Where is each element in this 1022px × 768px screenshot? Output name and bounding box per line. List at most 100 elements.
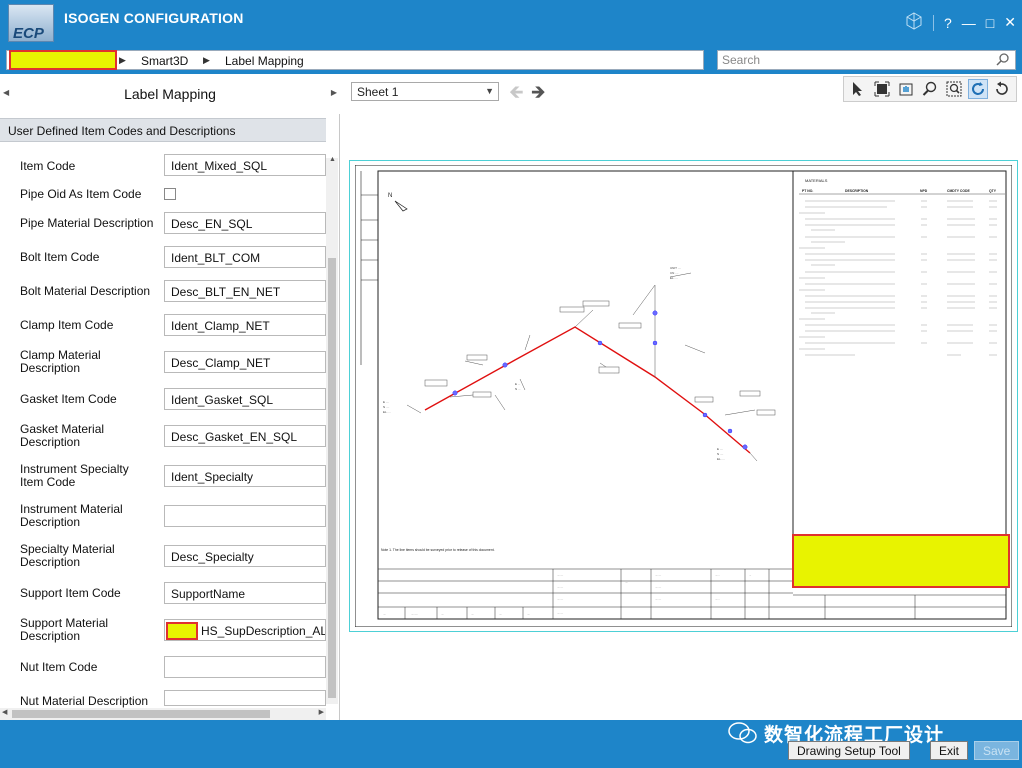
svg-text:CN ....: CN ....: [670, 271, 679, 275]
specialty-material-description-input[interactable]: Desc_Specialty: [164, 545, 326, 567]
breadcrumb-root-highlight[interactable]: [9, 50, 117, 70]
field-label: Clamp Item Code: [20, 318, 114, 332]
nav-bar: ▶ Smart3D ▶ Label Mapping Search: [0, 44, 1022, 74]
chevron-down-icon: ▼: [485, 86, 494, 96]
field-label: Support Item Code: [20, 586, 121, 600]
field-label: Support Material Description: [20, 616, 109, 643]
expand-right-icon[interactable]: ▶: [331, 88, 337, 97]
exit-button[interactable]: Exit: [930, 741, 969, 760]
svg-text:........: ........: [557, 585, 563, 589]
bom-header: CMDTY CODE: [947, 189, 970, 193]
pipe-material-description-input[interactable]: Desc_EN_SQL: [164, 212, 326, 234]
svg-text:E ....: E ....: [383, 400, 389, 404]
instrument-specialty-item-code-input[interactable]: Ident_Specialty: [164, 465, 326, 487]
nut-material-description-input[interactable]: [164, 690, 326, 706]
breadcrumb-item-smart3d[interactable]: Smart3D: [141, 54, 188, 68]
scroll-thumb[interactable]: [328, 258, 336, 698]
sheet-dropdown[interactable]: Sheet 1 ▼: [351, 82, 499, 101]
search-icon[interactable]: [996, 52, 1018, 69]
separator: [933, 14, 934, 31]
svg-text:....: ....: [625, 580, 628, 584]
rotate-icon[interactable]: [992, 79, 1012, 99]
svg-text:......: ......: [715, 597, 720, 601]
panel-header: ◀ Label Mapping ▶: [0, 74, 340, 114]
bottom-bar: 数智化流程工厂设计 Drawing Setup Tool Exit Save: [0, 720, 1022, 768]
bolt-item-code-input[interactable]: Ident_BLT_COM: [164, 246, 326, 268]
svg-text:N ....: N ....: [383, 405, 390, 409]
svg-text:....: ....: [383, 612, 386, 616]
vertical-scrollbar[interactable]: ▲: [326, 156, 338, 704]
zoom-extents-icon[interactable]: [872, 79, 892, 99]
minimize-button[interactable]: —: [962, 15, 976, 31]
scroll-right-icon[interactable]: ▶: [319, 708, 324, 716]
chevron-right-icon: ▶: [119, 55, 126, 65]
field-label: Gasket Item Code: [20, 392, 117, 406]
svg-text:...: ...: [749, 573, 752, 577]
svg-text:....: ....: [499, 612, 502, 616]
pan-icon[interactable]: [896, 79, 916, 99]
field-label: Specialty Material Description: [20, 542, 115, 569]
svg-text:E ...: E ...: [515, 382, 521, 386]
help-button[interactable]: ?: [944, 15, 952, 31]
svg-text:....: ....: [471, 612, 474, 616]
close-button[interactable]: ✕: [1004, 14, 1016, 31]
gasket-item-code-input[interactable]: Ident_Gasket_SQL: [164, 388, 326, 410]
svg-text:........: ........: [557, 611, 563, 615]
scroll-left-icon[interactable]: ◀: [2, 708, 7, 716]
svg-text:........: ........: [557, 573, 563, 577]
horizontal-scrollbar[interactable]: ◀ ▶: [0, 708, 326, 720]
left-panel: ◀ Label Mapping ▶ User Defined Item Code…: [0, 74, 340, 720]
field-label: Instrument Specialty Item Code: [20, 462, 129, 489]
select-arrow-icon[interactable]: [848, 79, 868, 99]
app-logo: ECP: [8, 4, 54, 42]
isometric-drawing[interactable]: N E .... N .... EL .... UNIT .... CN ...…: [355, 165, 1012, 627]
zoom-icon[interactable]: [920, 79, 940, 99]
svg-text:N ....: N ....: [717, 452, 724, 456]
field-label: Nut Material Description: [20, 694, 149, 708]
bom-header: QTY: [989, 189, 997, 193]
scroll-up-icon[interactable]: ▲: [329, 156, 336, 163]
drawing-setup-tool-button[interactable]: Drawing Setup Tool: [788, 741, 910, 760]
field-label: Nut Item Code: [20, 660, 98, 674]
svg-text:EL ....: EL ....: [670, 276, 678, 280]
field-label: Pipe Material Description: [20, 216, 154, 230]
clamp-item-code-input[interactable]: Ident_Clamp_NET: [164, 314, 326, 336]
svg-text:N ...: N ...: [515, 387, 521, 391]
svg-text:UNIT ....: UNIT ....: [670, 266, 681, 270]
field-label: Bolt Material Description: [20, 284, 151, 298]
svg-text:EL ....: EL ....: [383, 410, 391, 414]
next-sheet-arrow-icon[interactable]: 🡺: [531, 80, 546, 110]
search-input[interactable]: Search: [717, 50, 1016, 70]
field-label: Pipe Oid As Item Code: [20, 187, 142, 201]
chevron-right-icon: ▶: [203, 55, 210, 65]
nut-item-code-input[interactable]: [164, 656, 326, 678]
bom-header: PT NO.: [802, 189, 813, 193]
settings-cube-icon[interactable]: [905, 12, 923, 33]
bom-header: DESCRIPTION: [845, 189, 869, 193]
previous-sheet-arrow-icon[interactable]: 🡸: [509, 80, 524, 110]
refresh-icon[interactable]: [968, 79, 988, 99]
zoom-window-icon[interactable]: [944, 79, 964, 99]
title-bar: ECP ISOGEN CONFIGURATION ? — □ ✕: [0, 0, 1022, 44]
clamp-material-description-input[interactable]: Desc_Clamp_NET: [164, 351, 326, 373]
window-controls: ? — □ ✕: [905, 12, 1016, 33]
scroll-thumb[interactable]: [12, 710, 270, 718]
svg-text:........: ........: [655, 597, 661, 601]
maximize-button[interactable]: □: [986, 15, 994, 31]
save-button[interactable]: Save: [974, 741, 1020, 760]
pipe-oid-checkbox[interactable]: [164, 188, 176, 200]
app-title: ISOGEN CONFIGURATION: [64, 10, 244, 26]
bolt-material-description-input[interactable]: Desc_BLT_EN_NET: [164, 280, 326, 302]
instrument-material-description-input[interactable]: [164, 505, 326, 527]
viewer-toolbar: [843, 76, 1017, 102]
gasket-material-description-input[interactable]: Desc_Gasket_EN_SQL: [164, 425, 326, 447]
support-item-code-input[interactable]: SupportName: [164, 582, 326, 604]
item-code-input[interactable]: Ident_Mixed_SQL: [164, 154, 326, 176]
breadcrumb: ▶ Smart3D ▶ Label Mapping: [6, 50, 704, 70]
svg-text:E ....: E ....: [717, 447, 723, 451]
field-label: Bolt Item Code: [20, 250, 100, 264]
breadcrumb-item-label-mapping[interactable]: Label Mapping: [225, 54, 304, 68]
svg-text:.........: .........: [411, 612, 418, 616]
section-header[interactable]: User Defined Item Codes and Descriptions: [0, 118, 326, 142]
svg-text:EL ....: EL ....: [717, 457, 725, 461]
